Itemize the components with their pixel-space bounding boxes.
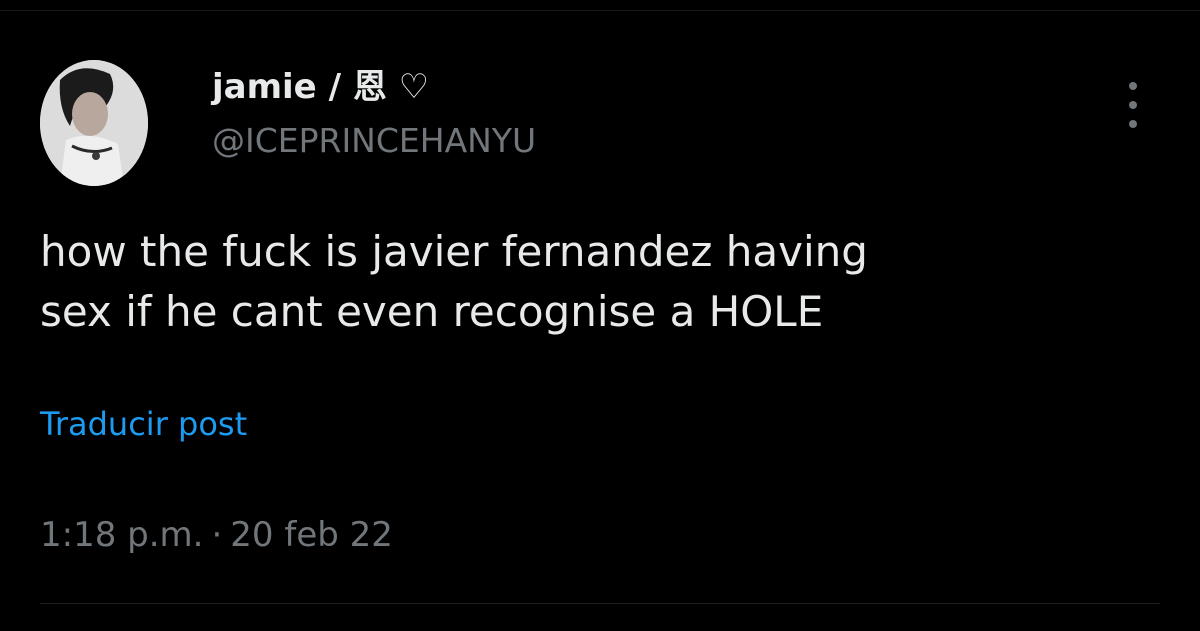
- more-options-button[interactable]: [1115, 82, 1151, 128]
- more-vertical-icon: [1129, 82, 1137, 90]
- post-time: 1:18 p.m.: [40, 515, 204, 555]
- avatar[interactable]: [40, 60, 148, 186]
- display-name[interactable]: jamie / 恩 ♡: [212, 64, 536, 110]
- more-vertical-icon: [1129, 101, 1137, 109]
- post-date: 20 feb 22: [230, 515, 393, 555]
- user-block[interactable]: jamie / 恩 ♡ @ICEPRINCEHANYU: [212, 64, 536, 164]
- post-text-line: sex if he cant even recognise a HOLE: [40, 287, 824, 336]
- timestamp-separator: ·: [211, 515, 223, 555]
- post-timestamp[interactable]: 1:18 p.m. · 20 feb 22: [40, 512, 393, 558]
- post-text-line: how the fuck is javier fernandez having: [40, 227, 868, 276]
- post-text: how the fuck is javier fernandez having …: [40, 222, 1160, 342]
- profile-photo-icon: [40, 60, 148, 186]
- more-vertical-icon: [1129, 120, 1137, 128]
- user-handle[interactable]: @ICEPRINCEHANYU: [212, 118, 536, 164]
- bottom-divider: [40, 603, 1160, 604]
- top-divider: [0, 10, 1200, 11]
- translate-post-link[interactable]: Traducir post: [40, 402, 247, 446]
